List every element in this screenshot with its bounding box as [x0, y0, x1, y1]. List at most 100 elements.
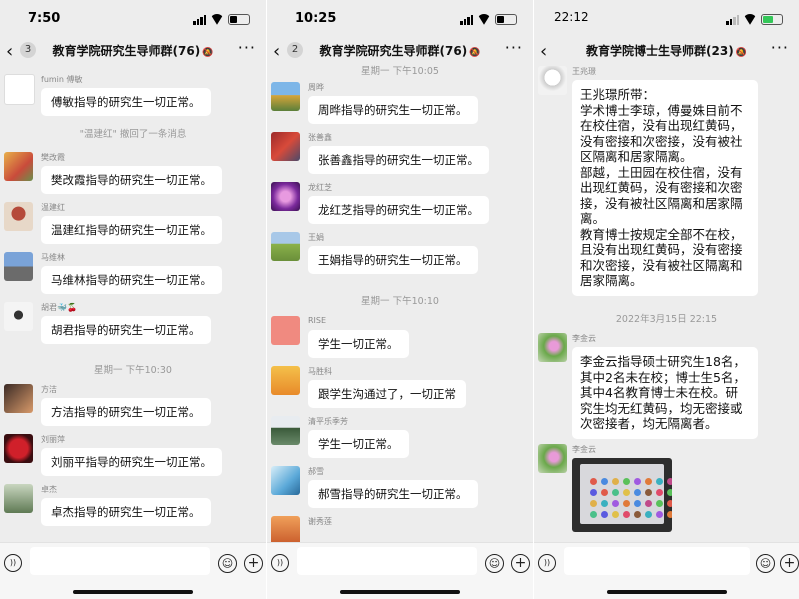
message-bubble[interactable]: 周晔指导的研究生一切正常。: [308, 96, 478, 124]
message-bubble[interactable]: 跟学生沟通过了，一切正常: [308, 380, 466, 408]
sender-name: 龙红芝: [308, 183, 332, 192]
status-icons: [726, 13, 783, 25]
emoji-icon[interactable]: ☺: [756, 554, 775, 573]
voice-icon[interactable]: )): [271, 554, 289, 572]
sender-name: 王娟: [308, 233, 324, 242]
sender-name: 郝雪: [308, 467, 324, 476]
status-bar: 22:12: [534, 0, 799, 36]
sender-name: 王兆璟: [572, 67, 596, 76]
voice-icon[interactable]: )): [538, 554, 556, 572]
message-bubble[interactable]: 学生一切正常。: [308, 330, 409, 358]
sender-name: 张善鑫: [308, 133, 332, 142]
timestamp: 2022年3月15日 22:15: [615, 314, 718, 325]
message-bubble[interactable]: 温建红指导的研究生一切正常。: [41, 216, 222, 244]
more-icon[interactable]: ···: [238, 38, 256, 57]
signal-icon: [726, 14, 739, 25]
chat-panel-1: 7:50 ‹ 3 教育学院研究生导师群(76) 🔕 ··· fumin 傅敏 傅敏…: [0, 0, 266, 599]
avatar[interactable]: [271, 466, 300, 495]
message-bubble[interactable]: 学生一切正常。: [308, 430, 409, 458]
message-bubble[interactable]: 龙红芝指导的研究生一切正常。: [308, 196, 489, 224]
sender-name: fumin 傅敏: [41, 75, 83, 84]
avatar[interactable]: [4, 252, 33, 281]
message-bubble[interactable]: 傅敏指导的研究生一切正常。: [41, 88, 211, 116]
message-bubble[interactable]: 马维林指导的研究生一切正常。: [41, 266, 222, 294]
input-bar: )) ☺ +: [267, 542, 533, 599]
screenshot-collage: 7:50 ‹ 3 教育学院研究生导师群(76) 🔕 ··· fumin 傅敏 傅敏…: [0, 0, 799, 599]
avatar[interactable]: [4, 152, 33, 181]
bell-off-icon: 🔕: [735, 48, 747, 58]
home-indicator: [606, 590, 727, 594]
status-icons: [460, 13, 517, 25]
avatar[interactable]: [538, 66, 567, 95]
wifi-icon: [743, 14, 757, 25]
message-bubble[interactable]: 李金云指导硕士研究生18名，其中2名未在校；博士生5名，其中4名教育博士未在校。…: [572, 347, 758, 439]
image-message[interactable]: [572, 458, 672, 532]
message-bubble[interactable]: 卓杰指导的研究生一切正常。: [41, 498, 211, 526]
avatar[interactable]: [271, 182, 300, 211]
message-bubble[interactable]: 王兆璟所带： 学术博士李琼，傅曼姝目前不在校住宿，没有出现红黄码，没有密接和次密…: [572, 80, 758, 296]
chat-header: ‹ 教育学院博士生导师群(23) 🔕 ···: [534, 36, 799, 66]
app-icon-grid: [590, 478, 672, 518]
message-bubble[interactable]: 郝雪指导的研究生一切正常。: [308, 480, 478, 508]
chat-title: 教育学院博士生导师群(23) 🔕: [586, 44, 747, 58]
more-icon[interactable]: ···: [771, 38, 789, 57]
message-input[interactable]: [564, 547, 750, 575]
plus-icon[interactable]: +: [511, 554, 530, 573]
avatar[interactable]: [271, 232, 300, 261]
message-line: 部越，土田园在校住宿，没有出现红黄码，没有密接和次密接，没有被社区隔离和居家隔离…: [580, 164, 743, 227]
voice-icon[interactable]: )): [4, 554, 22, 572]
sender-name: 马胜科: [308, 367, 332, 376]
message-bubble[interactable]: 王娟指导的研究生一切正常。: [308, 246, 478, 274]
avatar[interactable]: [538, 444, 567, 473]
timestamp: 星期一 下午10:05: [361, 66, 439, 77]
status-bar: 7:50: [0, 0, 266, 36]
emoji-icon[interactable]: ☺: [218, 554, 237, 573]
more-icon[interactable]: ···: [505, 38, 523, 57]
message-input[interactable]: [30, 547, 210, 575]
message-bubble[interactable]: 樊改霞指导的研究生一切正常。: [41, 166, 222, 194]
message-line: 教育博士按规定全部不在校，且没有出现红黄码，没有密接和次密接，没有被社区隔离和居…: [580, 226, 743, 289]
avatar[interactable]: [271, 416, 300, 445]
message-bubble[interactable]: 刘丽平指导的研究生一切正常。: [41, 448, 222, 476]
avatar[interactable]: [4, 302, 33, 331]
signal-icon: [460, 14, 473, 25]
status-time: 22:12: [554, 10, 589, 24]
battery-charging-icon: [761, 13, 783, 25]
sender-name: 马维林: [41, 253, 65, 262]
avatar[interactable]: [538, 333, 567, 362]
message-bubble[interactable]: 张善鑫指导的研究生一切正常。: [308, 146, 489, 174]
chat-title: 教育学院研究生导师群(76) 🔕: [52, 44, 214, 58]
avatar[interactable]: [4, 384, 33, 413]
wifi-icon: [477, 14, 491, 25]
home-indicator: [73, 590, 193, 594]
avatar[interactable]: [271, 516, 300, 545]
message-bubble[interactable]: 胡君指导的研究生一切正常。: [41, 316, 211, 344]
avatar[interactable]: [4, 74, 35, 105]
avatar[interactable]: [271, 132, 300, 161]
sender-name: 方洁: [41, 385, 57, 394]
status-time: 10:25: [295, 11, 337, 26]
avatar[interactable]: [4, 484, 33, 513]
message-bubble[interactable]: 方洁指导的研究生一切正常。: [41, 398, 211, 426]
plus-icon[interactable]: +: [244, 554, 263, 573]
home-indicator: [340, 590, 460, 594]
avatar[interactable]: [4, 202, 33, 231]
chat-header: ‹ 3 教育学院研究生导师群(76) 🔕 ···: [0, 36, 266, 66]
sender-name: 周晔: [308, 83, 324, 92]
avatar[interactable]: [4, 434, 33, 463]
status-bar: 10:25: [267, 0, 533, 36]
message-input[interactable]: [297, 547, 477, 575]
plus-icon[interactable]: +: [780, 554, 799, 573]
sender-name: RISE: [308, 316, 327, 325]
message-line: 王兆璟所带：: [580, 87, 656, 102]
chat-panel-3: 22:12 ‹ 教育学院博士生导师群(23) 🔕 ··· 王兆璟 王兆璟所带： 学…: [534, 0, 799, 599]
photo-of-screen: [580, 464, 672, 524]
sender-name: 胡君🐳🍒: [41, 303, 77, 312]
avatar[interactable]: [271, 316, 300, 345]
system-notice: "温建红" 撤回了一条消息: [79, 129, 187, 140]
timestamp: 星期一 下午10:10: [361, 296, 439, 307]
avatar[interactable]: [271, 366, 300, 395]
emoji-icon[interactable]: ☺: [485, 554, 504, 573]
bell-off-icon: 🔕: [202, 48, 214, 58]
avatar[interactable]: [271, 82, 300, 111]
